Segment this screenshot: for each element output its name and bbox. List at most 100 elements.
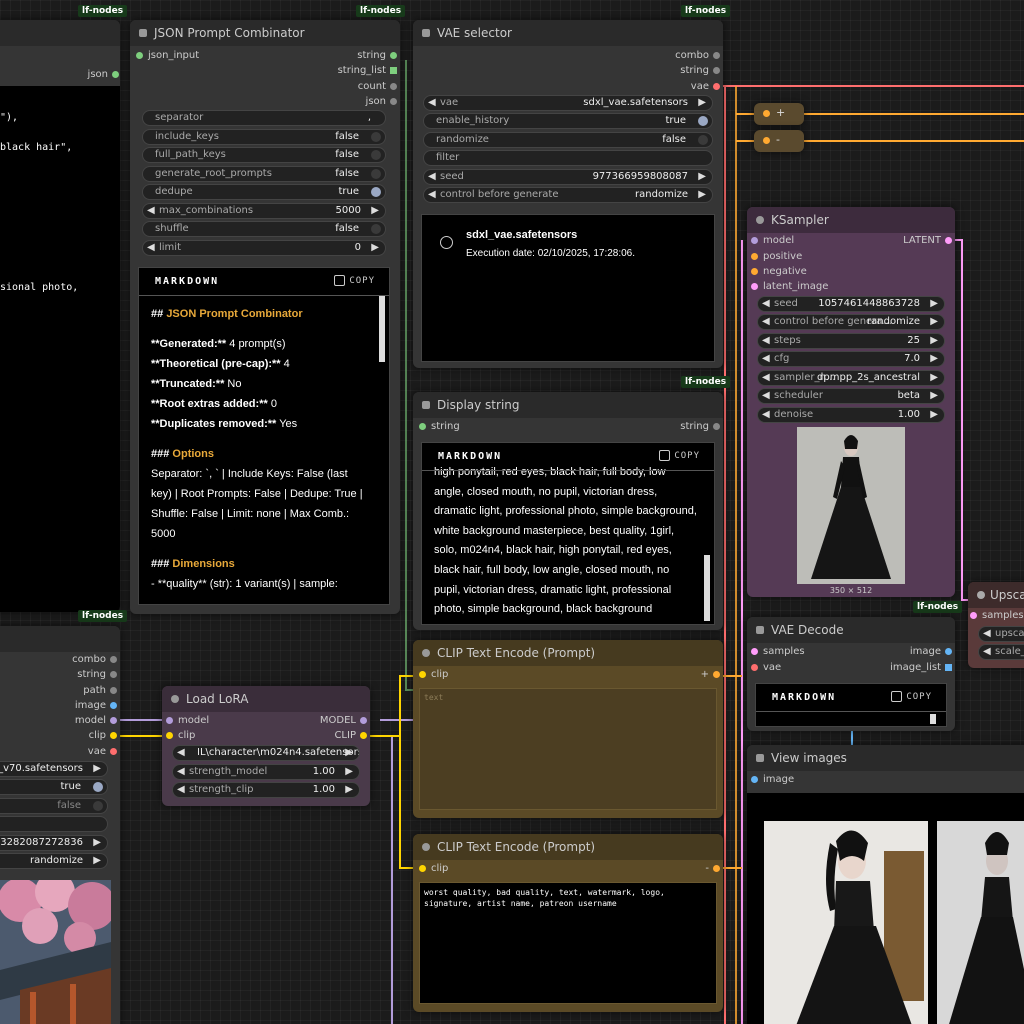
slot-dot[interactable] [110, 702, 117, 709]
slot-dot[interactable] [166, 732, 173, 739]
output-model[interactable]: model [75, 713, 118, 729]
slot-dot[interactable] [751, 648, 758, 655]
toggle-knob[interactable] [93, 801, 103, 811]
history-clock-icon[interactable] [440, 236, 453, 249]
toggle-include-keys[interactable]: include_keys false [142, 129, 386, 145]
collapse-dot[interactable] [756, 754, 764, 762]
combo-vae[interactable]: ◀ vae sdxl_vae.safetensors ▶ [423, 95, 713, 111]
slot-dot[interactable] [713, 865, 720, 872]
decrement-arrow-icon[interactable]: ◀ [177, 765, 185, 779]
input-clip[interactable]: clip [417, 861, 448, 877]
number-strength-clip[interactable]: ◀ strength_clip 1.00 ▶ [172, 782, 360, 798]
toggle-knob[interactable] [371, 187, 381, 197]
toggle-knob[interactable] [371, 169, 381, 179]
node-title[interactable]: View images [747, 745, 1024, 771]
decrement-arrow-icon[interactable]: ◀ [983, 645, 991, 659]
collapse-dot[interactable] [422, 29, 430, 37]
output-string[interactable]: string [77, 667, 118, 683]
toggle-randomize[interactable]: randomize false [423, 132, 713, 148]
number-max-combinations[interactable]: ◀ max_combinations 5000 ▶ [142, 203, 386, 219]
output-string_list[interactable]: string_list [338, 63, 398, 79]
toggle-full-path-keys[interactable]: full_path_keys false [142, 147, 386, 163]
output-image-list[interactable]: image_list [890, 660, 953, 676]
node-title[interactable]: CLIP Text Encode (Prompt) [413, 834, 723, 860]
decrement-arrow-icon[interactable]: ◀ [983, 627, 991, 641]
decrement-arrow-icon[interactable]: ◀ [177, 783, 185, 797]
slot-dot[interactable] [763, 110, 770, 117]
input-samples[interactable]: samples [749, 644, 805, 660]
slot-dot[interactable] [166, 717, 173, 724]
output-vae[interactable]: vae [691, 79, 721, 95]
output-model[interactable]: MODEL [320, 713, 368, 729]
toggle-enable-history[interactable]: true [0, 779, 108, 795]
slot-dot[interactable] [110, 687, 117, 694]
combo-control-before-generate[interactable]: ◀ control before genera... randomize ▶ [757, 314, 945, 330]
input-clip[interactable]: clip [417, 667, 448, 683]
increment-arrow-icon[interactable]: ▶ [930, 315, 938, 329]
output-path[interactable]: path [83, 683, 118, 699]
number-limit[interactable]: ◀ limit 0 ▶ [142, 240, 386, 256]
increment-arrow-icon[interactable]: ▶ [345, 783, 353, 797]
view-images-node[interactable]: View images image [747, 745, 1024, 1024]
negative-prompt-textarea[interactable]: worst quality, bad quality, text, waterm… [419, 882, 717, 1004]
copy-button[interactable]: COPY [906, 692, 932, 702]
output-string[interactable]: string [680, 419, 721, 435]
input-string[interactable]: string [417, 419, 460, 435]
slot-dot[interactable] [751, 253, 758, 260]
vae-decode-node[interactable]: VAE Decode samples vae image image_list … [747, 617, 955, 731]
positive-prompt-textarea[interactable]: text [419, 688, 717, 810]
decrement-arrow-icon[interactable]: ◀ [762, 334, 770, 348]
collapse-dot[interactable] [756, 626, 764, 634]
toggle-dedupe[interactable]: dedupe true [142, 184, 386, 200]
reroute-plus-node[interactable]: + [754, 103, 804, 125]
output-image[interactable]: image [910, 644, 953, 660]
vae-selector-node[interactable]: VAE selector combo string vae ◀ vae sdxl_v… [413, 20, 723, 368]
increment-arrow-icon[interactable]: ▶ [698, 170, 706, 184]
node-title[interactable]: KSampler [747, 207, 955, 233]
slot-dot[interactable] [110, 732, 117, 739]
number-steps[interactable]: ◀ steps 25 ▶ [757, 333, 945, 349]
slot-dot[interactable] [713, 83, 720, 90]
decrement-arrow-icon[interactable]: ◀ [762, 297, 770, 311]
checkpoint-preview-image[interactable] [0, 880, 111, 1024]
node-title[interactable]: Upscal [968, 582, 1024, 608]
increment-arrow-icon[interactable]: ▶ [930, 389, 938, 403]
scrollbar[interactable] [930, 714, 936, 724]
node-title[interactable]: CLIP Text Encode (Prompt) [413, 640, 723, 666]
collapse-dot[interactable] [977, 591, 985, 599]
gallery-image-1[interactable] [764, 821, 928, 1024]
collapse-dot[interactable] [422, 401, 430, 409]
decrement-arrow-icon[interactable]: ◀ [147, 204, 155, 218]
input-model[interactable]: model [749, 233, 794, 249]
increment-arrow-icon[interactable]: ▶ [345, 765, 353, 779]
output-clip[interactable]: clip [89, 728, 118, 744]
decrement-arrow-icon[interactable]: ◀ [177, 746, 185, 760]
decrement-arrow-icon[interactable]: ◀ [428, 170, 436, 184]
output-json[interactable]: json [366, 94, 398, 110]
collapse-dot[interactable] [171, 695, 179, 703]
number-denoise[interactable]: ◀ denoise 1.00 ▶ [757, 407, 945, 423]
node-title[interactable]: VAE Decode [747, 617, 955, 643]
toggle-randomize[interactable]: false [0, 798, 108, 814]
output-clip[interactable]: CLIP [334, 728, 368, 744]
slot-dot[interactable] [110, 671, 117, 678]
output-conditioning[interactable]: + [701, 667, 721, 683]
decrement-arrow-icon[interactable]: ◀ [428, 96, 436, 110]
output-image[interactable]: image [75, 698, 118, 714]
output-latent[interactable]: LATENT [903, 233, 953, 249]
output-string[interactable]: string [357, 48, 398, 64]
display-string-node[interactable]: Display string string string MARKDOWN CO… [413, 392, 723, 630]
load-lora-node[interactable]: Load LoRA model clip MODEL CLIP ◀ IL\char… [162, 686, 370, 806]
input-negative[interactable]: negative [749, 264, 807, 280]
increment-arrow-icon[interactable]: ▶ [930, 297, 938, 311]
slot-dot[interactable] [945, 648, 952, 655]
increment-arrow-icon[interactable]: ▶ [930, 352, 938, 366]
slot-grid[interactable] [390, 67, 397, 74]
slot-dot[interactable] [112, 71, 119, 78]
decrement-arrow-icon[interactable]: ◀ [762, 408, 770, 422]
ksampler-preview-image[interactable] [797, 427, 905, 584]
output-json[interactable]: json [0, 67, 120, 83]
combo-scheduler[interactable]: ◀ scheduler beta ▶ [757, 388, 945, 404]
input-model[interactable]: model [164, 713, 209, 729]
increment-arrow-icon[interactable]: ▶ [698, 188, 706, 202]
